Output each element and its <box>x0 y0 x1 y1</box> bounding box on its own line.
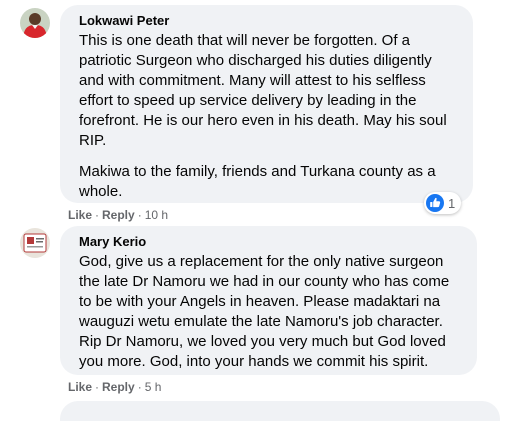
like-button[interactable]: Like <box>68 208 92 222</box>
reaction-count: 1 <box>448 195 456 211</box>
comment-timestamp[interactable]: 5 h <box>145 380 162 394</box>
like-reaction-icon <box>426 194 444 212</box>
avatar[interactable] <box>20 228 50 258</box>
reply-button[interactable]: Reply <box>102 380 135 394</box>
like-button[interactable]: Like <box>68 380 92 394</box>
separator-dot: · <box>137 208 142 222</box>
comment-text: This is one death that will never be for… <box>79 32 447 149</box>
separator-dot: · <box>95 208 100 222</box>
comment-actions: Like · Reply · 5 h <box>68 379 161 395</box>
separator-dot: · <box>137 380 142 394</box>
comment-bubble: Lokwawi Peter This is one death that wil… <box>60 5 473 203</box>
comment-author[interactable]: Lokwawi Peter <box>72 13 461 29</box>
reply-button[interactable]: Reply <box>102 208 135 222</box>
next-comment-bubble <box>60 401 500 421</box>
comment-text: God, give us a replacement for the only … <box>79 253 450 370</box>
comment-actions: Like · Reply · 10 h <box>68 207 168 223</box>
comment-text: Makiwa to the family, friends and Turkan… <box>79 163 436 200</box>
avatar[interactable] <box>20 8 50 38</box>
comment-author[interactable]: Mary Kerio <box>72 234 465 250</box>
reaction-count-badge[interactable]: 1 <box>424 192 462 214</box>
profile-photo-icon <box>20 228 50 258</box>
separator-dot: · <box>95 380 100 394</box>
comment-timestamp[interactable]: 10 h <box>145 208 168 222</box>
comment-bubble: Mary Kerio God, give us a replacement fo… <box>60 226 477 375</box>
profile-photo-icon <box>20 8 50 38</box>
